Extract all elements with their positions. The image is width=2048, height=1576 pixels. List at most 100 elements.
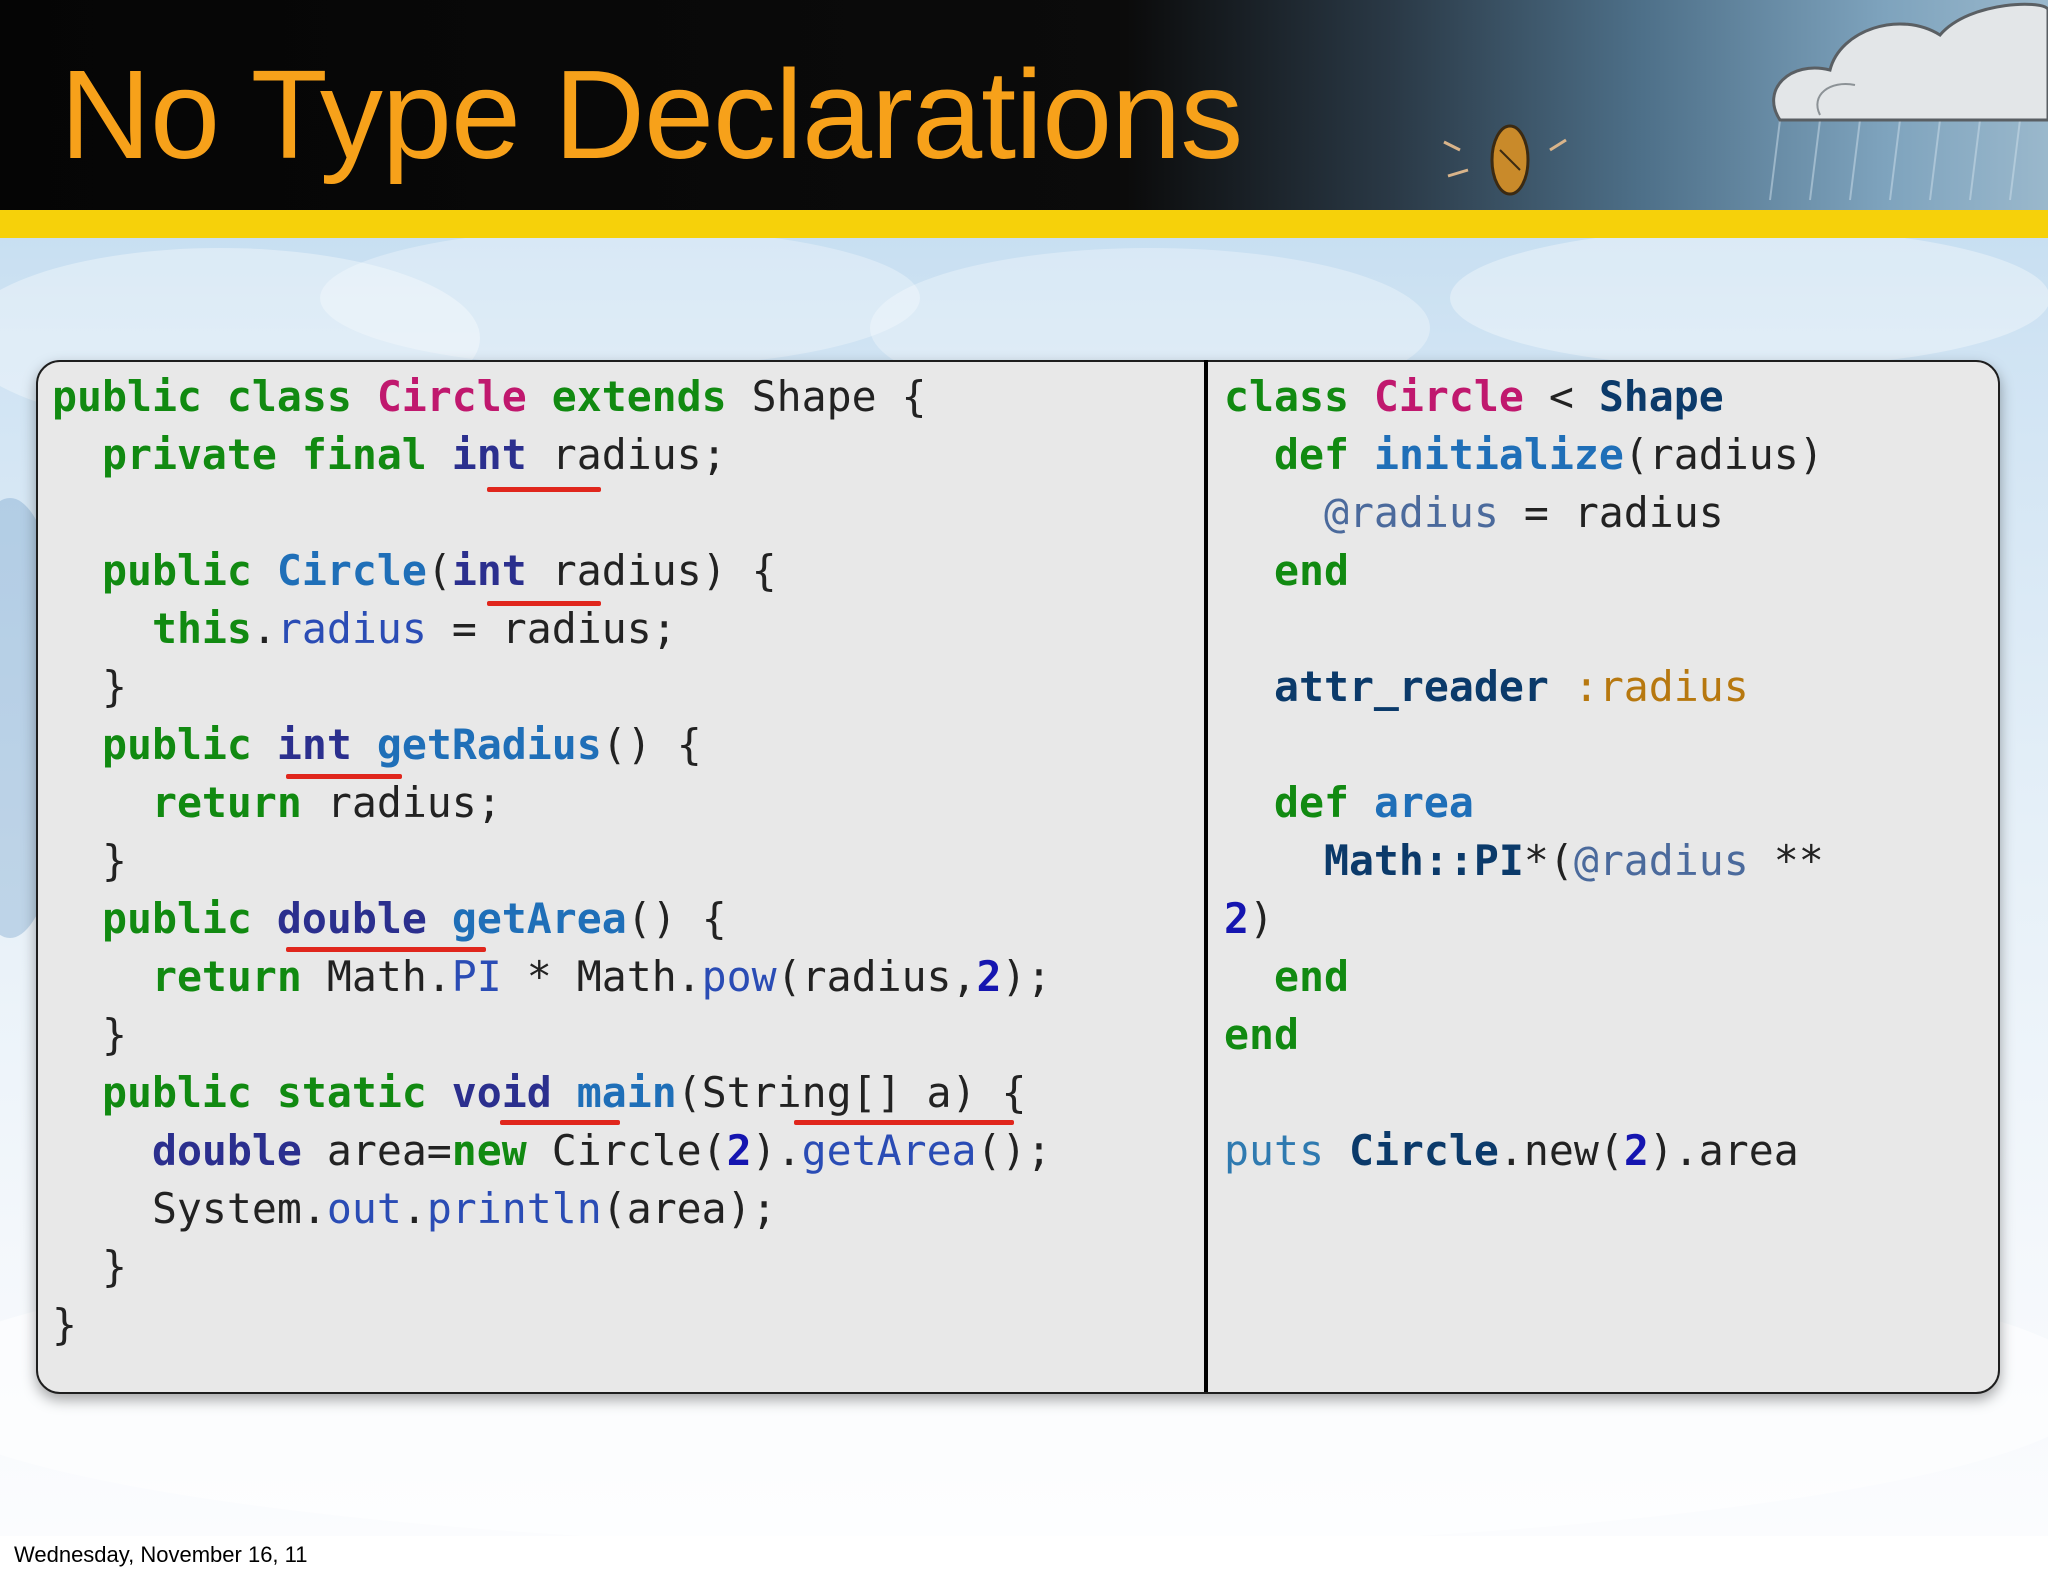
code-token: } <box>52 1242 127 1291</box>
code-token: 2 <box>726 1126 752 1175</box>
code-line: return Math.PI * Math.pow(radius,2); <box>52 948 1052 1006</box>
code-line: def initialize(radius) <box>1224 426 1824 484</box>
code-token: Circle <box>276 546 427 595</box>
code-token: return <box>151 778 302 827</box>
code-token: Math. <box>301 952 452 1001</box>
code-token: (area); <box>601 1184 777 1233</box>
code-line: } <box>52 832 1052 890</box>
code-token: :radius <box>1573 662 1749 711</box>
code-token: int <box>276 720 352 769</box>
code-token: end <box>1224 1010 1299 1059</box>
code-token: int <box>451 430 527 479</box>
code-token: Shape { <box>726 372 927 421</box>
code-token: ) <box>1249 894 1274 943</box>
code-line: def area <box>1224 774 1824 832</box>
java-code-block: public class Circle extends Shape { priv… <box>52 368 1052 1354</box>
code-token: radius <box>276 604 427 653</box>
code-line: } <box>52 1296 1052 1354</box>
code-token: def <box>1273 778 1349 827</box>
code-line: public Circle(int radius) { <box>52 542 1052 600</box>
code-token: main <box>576 1068 677 1117</box>
code-token: (radius, <box>776 952 977 1001</box>
code-token: ). <box>751 1126 802 1175</box>
code-line: public static void main(String[] a) { <box>52 1064 1052 1122</box>
code-token: 2 <box>1623 1126 1649 1175</box>
code-token: this <box>151 604 252 653</box>
slide-title: No Type Declarations <box>60 44 1243 185</box>
footer-date: Wednesday, November 16, 11 <box>14 1542 308 1567</box>
code-token: getArea <box>801 1126 977 1175</box>
code-token: Circle <box>376 372 527 421</box>
code-token: end <box>1273 952 1349 1001</box>
code-token: . <box>251 604 277 653</box>
code-token: private final <box>101 430 427 479</box>
code-token: ( <box>426 546 452 595</box>
code-token: Shape <box>1598 372 1724 421</box>
code-token: } <box>52 662 127 711</box>
code-token: public <box>101 894 252 943</box>
slide: No Type Declarations public class Circle… <box>0 0 2048 1536</box>
code-line: @radius = radius <box>1224 484 1824 542</box>
umbrella-figure-icon <box>1443 124 1567 196</box>
code-token: end <box>1273 546 1349 595</box>
code-token: return <box>151 952 302 1001</box>
code-token: int <box>451 546 527 595</box>
code-token: println <box>426 1184 602 1233</box>
code-token: public class <box>52 372 377 421</box>
code-token: *( <box>1523 836 1574 885</box>
code-line: 2) <box>1224 890 1824 948</box>
code-token: attr_reader <box>1273 662 1549 711</box>
code-token: () { <box>626 894 727 943</box>
code-token: radius) { <box>526 546 777 595</box>
panel-divider <box>1204 360 1208 1392</box>
code-line: end <box>1224 1006 1824 1064</box>
code-token: = radius <box>1498 488 1724 537</box>
code-token: radius; <box>301 778 502 827</box>
code-token: radius; <box>526 430 727 479</box>
code-line: } <box>52 1238 1052 1296</box>
code-token: public <box>101 546 252 595</box>
code-line: public class Circle extends Shape { <box>52 368 1052 426</box>
code-token: .new( <box>1498 1126 1624 1175</box>
title-bar: No Type Declarations <box>0 0 2048 210</box>
code-line: } <box>52 658 1052 716</box>
code-token: = radius; <box>426 604 677 653</box>
code-token: ); <box>1001 952 1052 1001</box>
code-token: < <box>1523 372 1599 421</box>
code-token: (String[] a) { <box>676 1068 1027 1117</box>
code-token: (); <box>976 1126 1052 1175</box>
code-token: new <box>451 1126 527 1175</box>
code-token: * Math. <box>501 952 702 1001</box>
code-token: } <box>52 1010 127 1059</box>
ruby-code-block: class Circle < Shape def initialize(radi… <box>1224 368 1824 1180</box>
code-token: void <box>451 1068 552 1117</box>
code-token: getRadius <box>376 720 602 769</box>
code-token: () { <box>601 720 702 769</box>
code-token: initialize <box>1373 430 1624 479</box>
code-token: ).area <box>1648 1126 1799 1175</box>
code-line: end <box>1224 948 1824 1006</box>
code-token: getArea <box>451 894 627 943</box>
accent-band <box>0 210 2048 238</box>
code-line: attr_reader :radius <box>1224 658 1824 716</box>
code-token: ** <box>1748 836 1824 885</box>
